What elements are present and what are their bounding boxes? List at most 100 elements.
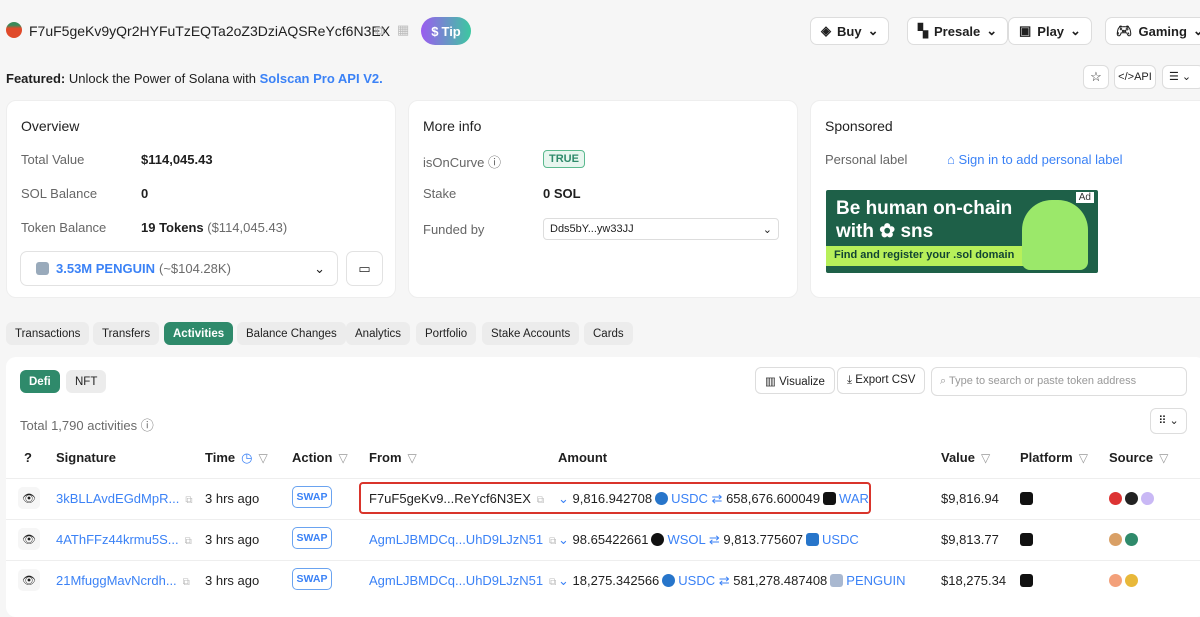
eye-icon[interactable]: 👁︎	[18, 569, 40, 591]
more-info-card: More info isOnCurve ⓘ TRUE Stake 0 SOL F…	[408, 100, 798, 298]
favorite-button[interactable]: ☆	[1083, 65, 1109, 89]
column-source[interactable]: Source ▽	[1109, 450, 1168, 465]
platform-icon[interactable]	[1020, 574, 1033, 587]
tip-button[interactable]: $ Tip	[421, 17, 471, 45]
play-button[interactable]: ▣ Play ⌄	[1008, 17, 1092, 45]
api-button[interactable]: </>API	[1114, 65, 1156, 89]
action-badge: SWAP	[292, 568, 332, 590]
presale-icon: ▚	[918, 23, 928, 38]
presale-button[interactable]: ▚ Presale ⌄	[907, 17, 1009, 45]
source-icons	[1109, 533, 1141, 549]
tab-analytics[interactable]: Analytics	[346, 322, 411, 345]
platform-icon[interactable]	[1020, 533, 1033, 546]
subtab-nft[interactable]: NFT	[66, 370, 107, 393]
filter-icon[interactable]: ▽	[338, 451, 347, 465]
token-select[interactable]: 3.53M PENGUIN (~$104.28K) ⌄	[20, 251, 338, 286]
column-signature: Signature	[56, 450, 116, 465]
expand-icon[interactable]: ⌄	[558, 573, 569, 588]
copy-icon[interactable]: ⧉	[185, 495, 192, 506]
source-icon[interactable]	[1109, 492, 1122, 505]
copy-icon[interactable]: ⧉	[185, 536, 192, 547]
expand-icon[interactable]: ⌄	[558, 532, 569, 547]
token-icon	[662, 574, 676, 587]
from-address[interactable]: AgmLJBMDCq...UhD9LJzN51 ⧉	[369, 573, 556, 588]
tab-cards[interactable]: Cards	[584, 322, 633, 345]
copy-icon[interactable]: ⧉	[183, 577, 190, 588]
filter-icon[interactable]: ▽	[408, 451, 417, 465]
filter-icon[interactable]: ▽	[258, 451, 267, 465]
swap-arrows-icon: ⇄	[718, 573, 730, 588]
sign-in-link[interactable]: ⌂ Sign in to add personal label	[947, 152, 1123, 167]
signature-link[interactable]: 21MfuggMavNcrdh... ⧉	[56, 573, 190, 588]
overview-card: Overview Total Value $114,045.43 SOL Bal…	[6, 100, 396, 298]
copy-icon[interactable]: ⧉	[549, 536, 556, 547]
stake-label: Stake	[423, 186, 457, 201]
signature-link[interactable]: 4AThFFz44krmu5S... ⧉	[56, 532, 192, 547]
tab-balance-changes[interactable]: Balance Changes	[237, 322, 346, 345]
total-activities: Total 1,790 activities ⓘ	[20, 418, 154, 433]
eye-icon[interactable]: 👁︎	[18, 487, 40, 509]
sponsored-title: Sponsored	[825, 118, 893, 134]
token-link[interactable]: USDC	[822, 532, 859, 547]
export-csv-button[interactable]: ⤓ Export CSV	[837, 367, 926, 394]
token-balance: 19 Tokens	[141, 220, 204, 235]
chevron-down-icon: ⌄	[986, 23, 998, 38]
funded-by-select[interactable]: Dds5bY...yw33JJ ⌄	[543, 218, 779, 240]
column-amount: Amount	[558, 450, 608, 465]
from-address[interactable]: AgmLJBMDCq...UhD9LJzN51 ⧉	[369, 532, 556, 547]
column-platform[interactable]: Platform ▽	[1020, 450, 1088, 465]
source-icon[interactable]	[1125, 492, 1138, 505]
dollar-icon: $	[431, 23, 439, 39]
wallet-button[interactable]: ▭	[346, 251, 383, 286]
personal-label: Personal label	[825, 152, 908, 167]
buy-button[interactable]: ◈ Buy ⌄	[810, 17, 890, 45]
filter-icon[interactable]: ▽	[1159, 451, 1168, 465]
token-link[interactable]: WSOL	[667, 532, 705, 547]
signature-link[interactable]: 3kBLLAvdEGdMpR... ⧉	[56, 491, 192, 506]
column-time[interactable]: Time ◷ ▽	[205, 450, 268, 466]
column-from[interactable]: From ▽	[369, 450, 417, 465]
list-menu-button[interactable]: ☰ ⌄	[1162, 65, 1200, 89]
help-icon[interactable]: ?	[24, 450, 32, 465]
column-settings-button[interactable]: ⠿ ⌄	[1150, 408, 1187, 434]
token-search-input[interactable]: ⌕ Type to search or paste token address	[931, 367, 1187, 396]
visualize-button[interactable]: ▥ Visualize	[755, 367, 835, 394]
copy-icon[interactable]: ⧉	[375, 23, 384, 39]
search-icon: ⌕	[940, 375, 947, 387]
stake-value: 0 SOL	[543, 186, 581, 201]
chevron-down-icon: ⌄	[314, 260, 325, 276]
source-icon[interactable]	[1125, 574, 1138, 587]
source-icon[interactable]	[1109, 533, 1122, 546]
token-balance-label: Token Balance	[21, 220, 107, 235]
platform-icon[interactable]	[1020, 492, 1033, 505]
token-link[interactable]: PENGUIN	[846, 573, 905, 588]
tab-portfolio[interactable]: Portfolio	[416, 322, 477, 345]
is-on-curve-label: isOnCurve	[423, 155, 485, 170]
source-icon[interactable]	[1125, 533, 1138, 546]
token-link[interactable]: USDC	[678, 573, 715, 588]
mascot-image	[1022, 200, 1088, 270]
source-icon[interactable]	[1141, 492, 1154, 505]
filter-icon[interactable]: ▽	[1079, 451, 1088, 465]
tab-stake-accounts[interactable]: Stake Accounts	[482, 322, 580, 345]
clock-icon[interactable]: ◷	[241, 450, 252, 465]
qr-code-icon[interactable]: ▦	[397, 22, 409, 38]
copy-icon[interactable]: ⧉	[549, 577, 556, 588]
sns-ad-banner[interactable]: Be human on-chain with ✿ sns Find and re…	[826, 190, 1098, 273]
tab-activities[interactable]: Activities	[164, 322, 234, 345]
chart-icon: ▥	[765, 376, 776, 388]
column-action[interactable]: Action ▽	[292, 450, 348, 465]
subtab-defi[interactable]: Defi	[20, 370, 60, 393]
info-icon: ⓘ	[488, 155, 502, 170]
filter-icon[interactable]: ▽	[981, 451, 990, 465]
gaming-button[interactable]: 🎮︎ Gaming ⌄	[1105, 17, 1200, 45]
tab-transactions[interactable]: Transactions	[6, 322, 90, 345]
more-info-title: More info	[423, 118, 482, 134]
source-icon[interactable]	[1109, 574, 1122, 587]
tab-transfers[interactable]: Transfers	[93, 322, 160, 345]
action-badge: SWAP	[292, 486, 332, 508]
monitor-icon: ▣	[1019, 23, 1032, 38]
column-value[interactable]: Value ▽	[941, 450, 990, 465]
solscan-api-link[interactable]: Solscan Pro API V2.	[260, 71, 383, 86]
eye-icon[interactable]: 👁︎	[18, 528, 40, 550]
